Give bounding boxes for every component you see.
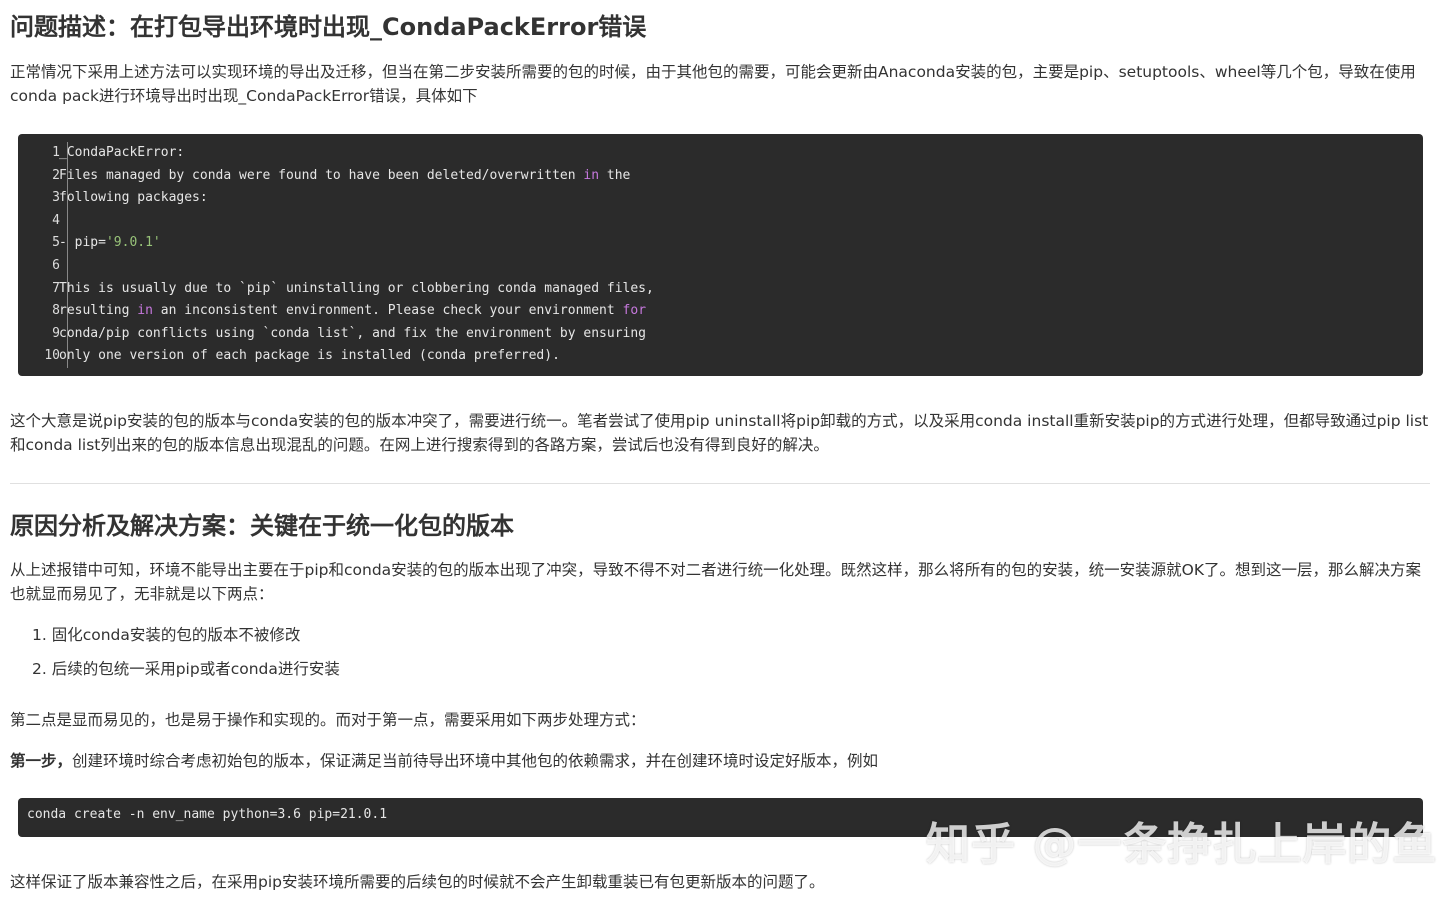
list-item: 2. 后续的包统一采用pip或者conda进行安装 [32, 660, 340, 678]
line-number: 9 [52, 325, 60, 341]
solution-intro-paragraph: 从上述报错中可知，环境不能导出主要在于pip和conda安装的包的版本出现了冲突… [10, 561, 1422, 603]
code-segment: - pip= [59, 235, 106, 251]
code-text: - pip='9.0.1' [59, 232, 161, 255]
code-segment: conda/pip conflicts using `conda list`, … [59, 325, 646, 341]
zhihu-watermark: 知乎 @一条挣扎上岸的鱼 [926, 819, 1438, 870]
error-code-block[interactable]: 1 _CondaPackError: 2 Files managed by conda… [18, 134, 1423, 376]
line-number: 6 [52, 258, 60, 273]
code-segment: only one version of each package is inst… [59, 348, 560, 364]
step1-label: 第一步， [10, 752, 73, 770]
section-heading-problem: 问题描述：在打包导出环境时出现_CondaPackError错误 [10, 13, 647, 41]
code-segment: resulting [59, 303, 138, 319]
error-explanation-paragraph: 这个大意是说pip安装的包的版本与conda安装的包的版本冲突了，需要进行统一。… [10, 412, 1429, 454]
code-segment: Files managed by conda were found to hav… [59, 167, 584, 183]
code-text: resulting in an inconsistent environment… [59, 300, 646, 323]
step1-paragraph: 第一步，创建环境时综合考虑初始包的版本，保证满足当前待导出环境中其他包的依赖需求… [10, 749, 1430, 773]
line-number: 7 [52, 280, 60, 296]
code-segment: This is usually due to `pip` uninstallin… [59, 280, 654, 296]
line-number: 8 [52, 303, 60, 319]
code-segment: an inconsistent environment. Please chec… [152, 303, 623, 319]
section-divider [10, 483, 1430, 484]
code-text: This is usually due to `pip` uninstallin… [59, 278, 654, 301]
line-number: 5 [52, 235, 60, 251]
line-number: 4 [52, 212, 60, 228]
code-segment: the [599, 167, 631, 183]
code-string: '9.0.1' [105, 235, 161, 251]
conda-create-command: conda create -n env_name python=3.6 pip=… [27, 807, 388, 822]
step1-text: 创建环境时综合考虑初始包的版本，保证满足当前待导出环境中其他包的依赖需求，并在创… [72, 752, 879, 770]
solution-list: 1. 固化conda安装的包的版本不被修改 2. 后续的包统一采用pip或者co… [32, 623, 340, 691]
code-keyword: for [622, 303, 647, 319]
code-text: following packages: [59, 187, 208, 210]
code-keyword: in [583, 167, 600, 183]
code-text: only one version of each package is inst… [59, 345, 560, 368]
second-point-paragraph: 第二点是显而易见的，也是易于操作和实现的。而对于第一点，需要采用如下两步处理方式… [10, 711, 646, 729]
code-segment: following packages: [59, 190, 208, 206]
code-text: Files managed by conda were found to hav… [59, 165, 630, 188]
line-number: 3 [52, 190, 60, 206]
problem-intro-paragraph: 正常情况下采用上述方法可以实现环境的导出及迁移，但当在第二步安装所需要的包的时候… [10, 63, 1416, 105]
section-heading-solution: 原因分析及解决方案：关键在于统一化包的版本 [10, 512, 514, 540]
line-number: 10 [44, 348, 60, 364]
line-number: 1 [52, 145, 60, 160]
list-item: 1. 固化conda安装的包的版本不被修改 [32, 626, 301, 644]
code-text: conda/pip conflicts using `conda list`, … [59, 323, 646, 346]
code-keyword: in [137, 303, 153, 319]
code-segment: _CondaPackError: [59, 145, 185, 160]
line-number: 2 [52, 167, 60, 183]
closing-paragraph: 这样保证了版本兼容性之后，在采用pip安装环境所需要的后续包的时候就不会产生卸载… [10, 873, 825, 891]
code-text: _CondaPackError: [59, 142, 184, 165]
